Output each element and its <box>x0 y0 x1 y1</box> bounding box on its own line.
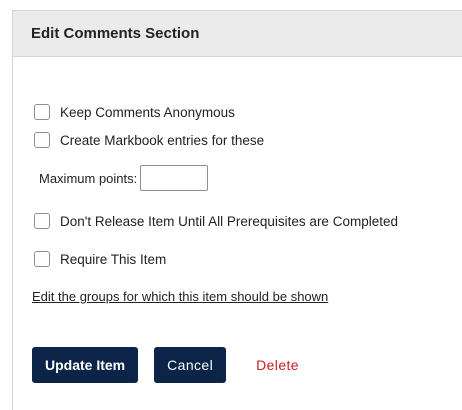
dialog-body: Keep Comments Anonymous Create Markbook … <box>13 57 462 410</box>
require-label: Require This Item <box>60 251 167 267</box>
markbook-checkbox[interactable] <box>34 132 50 148</box>
max-points-label: Maximum points: <box>39 170 138 186</box>
anonymous-label: Keep Comments Anonymous <box>60 104 235 120</box>
dialog-title: Edit Comments Section <box>31 25 200 42</box>
delete-button[interactable]: Delete <box>256 357 299 373</box>
prerequisites-checkbox[interactable] <box>34 213 50 229</box>
prerequisites-option[interactable]: Don't Release Item Until All Prerequisit… <box>34 213 398 229</box>
update-item-button[interactable]: Update Item <box>32 347 139 383</box>
prerequisites-label: Don't Release Item Until All Prerequisit… <box>60 213 398 229</box>
anonymous-checkbox[interactable] <box>34 104 50 120</box>
anonymous-option[interactable]: Keep Comments Anonymous <box>34 104 235 120</box>
markbook-label: Create Markbook entries for these <box>60 132 265 148</box>
markbook-option[interactable]: Create Markbook entries for these <box>34 132 264 148</box>
edit-groups-link[interactable]: Edit the groups for which this item shou… <box>32 289 328 304</box>
dialog-header: Edit Comments Section <box>13 11 462 57</box>
require-option[interactable]: Require This Item <box>34 251 166 267</box>
require-checkbox[interactable] <box>34 251 50 267</box>
max-points-input[interactable] <box>140 165 209 191</box>
groups-link-row: Edit the groups for which this item shou… <box>32 289 328 304</box>
cancel-button[interactable]: Cancel <box>154 347 227 383</box>
max-points-row: Maximum points: <box>39 165 209 191</box>
action-bar: Update Item Cancel Delete <box>32 347 299 383</box>
edit-comments-dialog: Edit Comments Section Keep Comments Anon… <box>12 10 462 410</box>
